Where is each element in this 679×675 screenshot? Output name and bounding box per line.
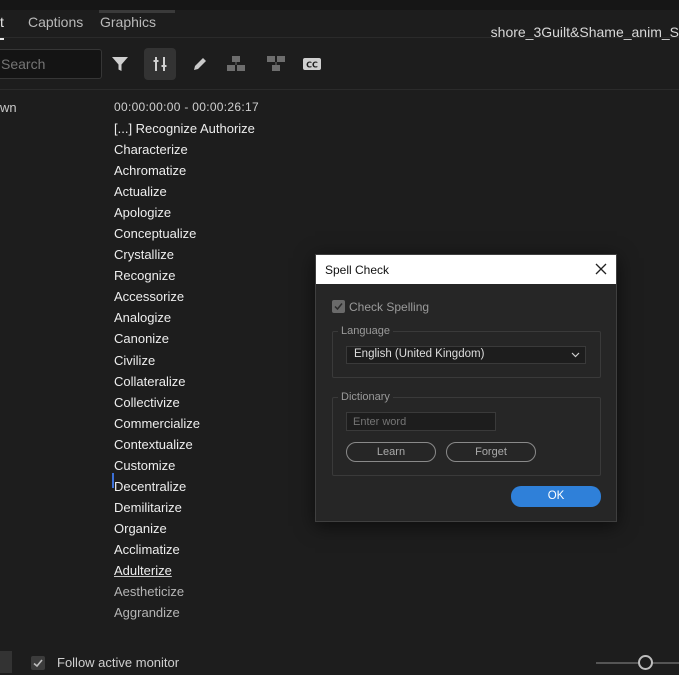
transcript-word[interactable]: Commercialize [114,413,255,434]
split-icon [227,56,245,71]
tab-graphics[interactable]: Graphics [100,14,156,36]
transcript-toolbar: CC [0,40,679,90]
transcript-word[interactable]: Crystallize [114,244,255,265]
transcript-word[interactable]: Accessorize [114,286,255,307]
transcript-word[interactable]: Acclimatize [114,539,255,560]
tab-captions-label: Captions [28,14,84,30]
transcript-word[interactable]: Collateralize [114,371,255,392]
transcript-word[interactable]: Demilitarize [114,497,255,518]
dictionary-word-input[interactable] [346,412,496,431]
tab-hover-indicator [99,10,175,13]
panel-menu-icon[interactable] [0,651,12,673]
checkmark-icon [334,303,343,311]
transcript-word[interactable]: Contextualize [114,434,255,455]
zoom-slider-thumb[interactable] [638,655,653,670]
language-select[interactable]: English (United Kingdom) [346,346,586,364]
transcript-word[interactable]: Analogize [114,307,255,328]
edit-button[interactable] [184,48,216,80]
search-input[interactable] [0,49,102,79]
transcript-word-misspelled[interactable]: Adulterize [114,560,255,581]
language-select-value: English (United Kingdom) [354,348,485,360]
checkmark-icon [33,659,43,668]
cc-icon: CC [303,58,321,70]
transcript-word[interactable]: Actualize [114,181,255,202]
follow-monitor-label: Follow active monitor [57,655,180,670]
speaker-label[interactable]: wn [0,100,17,115]
filter-icon [112,57,128,71]
transcript-word[interactable]: Characterize [114,139,255,160]
spell-check-dialog: Spell Check Check Spelling Language Engl… [315,254,617,522]
transcript-word[interactable]: Achromatize [114,160,255,181]
adjust-button[interactable] [144,48,176,80]
language-group-label: Language [338,325,393,337]
transcript-word[interactable]: Decentralize [114,476,255,497]
follow-monitor-checkbox[interactable] [31,656,45,670]
tab-text[interactable]: t [0,14,4,40]
tab-graphics-label: Graphics [100,14,157,30]
check-spelling-checkbox[interactable] [332,300,345,313]
text-cursor [112,473,114,488]
merge-button[interactable] [259,48,291,80]
sequence-title: shore_3Guilt&Shame_anim_S [490,24,679,40]
transcript-word[interactable]: Collectivize [114,392,255,413]
transcript-word[interactable]: Apologize [114,202,255,223]
close-button[interactable] [592,260,610,278]
transcript-word[interactable]: Recognize [114,265,255,286]
dialog-title: Spell Check [325,263,390,277]
learn-button[interactable]: Learn [346,442,436,462]
transcript-text[interactable]: [...] Recognize Authorize Characterize A… [114,118,255,623]
merge-icon [267,56,285,71]
tab-text-label: t [0,14,4,30]
pencil-icon [194,58,206,70]
window-top-strip [0,0,679,10]
transcript-word[interactable]: Customize [114,455,255,476]
dialog-titlebar[interactable]: Spell Check [316,255,616,284]
transcript-word[interactable]: Aggrandize [114,602,255,623]
segment-timecode: 00:00:00:00 - 00:00:26:17 [114,100,259,114]
close-icon [595,263,607,275]
svg-text:CC: CC [306,61,318,70]
transcript-word[interactable]: Civilize [114,350,255,371]
panel-tab-bar: t Captions Graphics shore_3Guilt&Shame_a… [0,10,679,40]
transcript-word[interactable]: [...] Recognize Authorize [114,118,255,139]
captions-button[interactable]: CC [296,48,328,80]
adjust-icon [153,57,167,71]
filter-button[interactable] [104,48,136,80]
forget-button[interactable]: Forget [446,442,536,462]
transcript-word[interactable]: Conceptualize [114,223,255,244]
ok-button[interactable]: OK [511,486,601,507]
tab-captions[interactable]: Captions [28,14,83,36]
transcript-word[interactable]: Organize [114,518,255,539]
transcript-word[interactable]: Aestheticize [114,581,255,602]
dictionary-group [332,397,601,476]
split-button[interactable] [219,48,251,80]
transcript-word[interactable]: Canonize [114,328,255,349]
chevron-down-icon [571,352,580,358]
check-spelling-label: Check Spelling [349,300,430,314]
dictionary-group-label: Dictionary [338,391,393,403]
